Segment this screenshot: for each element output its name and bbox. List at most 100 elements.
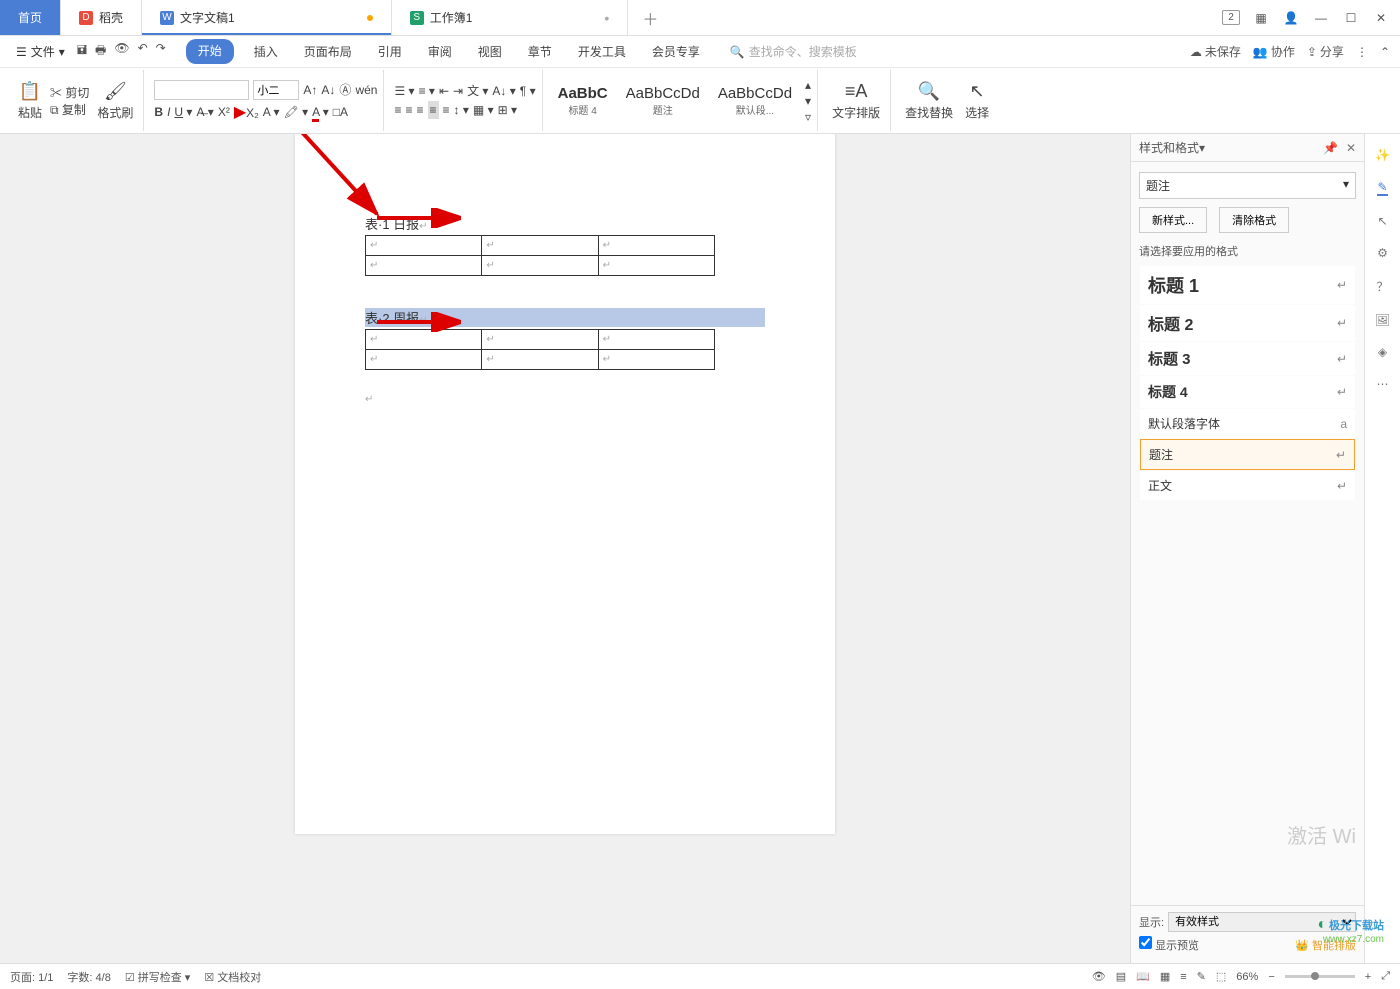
highlight-icon[interactable]: 🖍 ▾	[284, 105, 309, 119]
fit-icon[interactable]: ⬚	[1216, 970, 1226, 983]
view-outline-icon[interactable]: ≡	[1180, 971, 1186, 983]
underline-icon[interactable]: U ▾	[174, 105, 192, 119]
close-button[interactable]: ✕	[1372, 11, 1390, 25]
align-justify-icon[interactable]: ≡	[428, 101, 439, 119]
styles-down-icon[interactable]: ▾	[805, 94, 811, 108]
print-preview-icon[interactable]: 👁	[114, 41, 129, 62]
strip-assistant-icon[interactable]: ✨	[1375, 148, 1390, 162]
select-button[interactable]: ↖选择	[961, 81, 993, 121]
print-icon[interactable]: 🖶	[95, 41, 106, 62]
share-button[interactable]: ⇪ 分享	[1307, 43, 1344, 60]
collab-button[interactable]: 👥 协作	[1253, 43, 1295, 60]
clear-format-icon[interactable]: Ⓐ	[339, 81, 351, 98]
paste-button[interactable]: 📋粘贴	[14, 81, 46, 121]
numbering-icon[interactable]: ≡ ▾	[419, 84, 435, 98]
styles-more-icon[interactable]: ▿	[805, 110, 811, 124]
more-icon[interactable]: ⋮	[1356, 45, 1368, 59]
style-item[interactable]: 标题 3↵	[1140, 342, 1355, 375]
style-caption[interactable]: AaBbCcDd题注	[621, 82, 705, 120]
undo-icon[interactable]: ↶	[138, 41, 148, 62]
style-item[interactable]: 标题 4↵	[1140, 376, 1355, 408]
tab-close-icon[interactable]: •	[604, 10, 609, 26]
styles-up-icon[interactable]: ▴	[805, 78, 811, 92]
tab-insert[interactable]: 插入	[248, 39, 284, 64]
minimize-button[interactable]: —	[1312, 11, 1330, 25]
collapse-ribbon-icon[interactable]: ⌃	[1380, 45, 1390, 59]
tab-member[interactable]: 会员专享	[646, 39, 706, 64]
status-page[interactable]: 页面: 1/1	[10, 969, 53, 985]
align-center-icon[interactable]: ≡	[405, 103, 412, 117]
strip-help-icon[interactable]: ？	[1376, 278, 1388, 295]
pin-icon[interactable]: 📌	[1323, 141, 1338, 155]
tab-chapter[interactable]: 章节	[522, 39, 558, 64]
status-doccheck[interactable]: ☒ 文档校对	[204, 969, 261, 985]
line-spacing-icon[interactable]: ↕ ▾	[454, 103, 469, 117]
tab-sheet[interactable]: S 工作簿1 •	[392, 0, 629, 35]
italic-icon[interactable]: I	[167, 105, 170, 119]
align-distribute-icon[interactable]: ≡	[443, 103, 450, 117]
redo-icon[interactable]: ↷	[156, 41, 166, 62]
strip-settings-icon[interactable]: ⚙	[1377, 246, 1388, 260]
tab-devtools[interactable]: 开发工具	[572, 39, 632, 64]
preview-checkbox[interactable]: 显示预览	[1139, 936, 1199, 953]
view-print-icon[interactable]: ▤	[1116, 970, 1126, 983]
pen-icon[interactable]: ✎	[1197, 970, 1206, 983]
tab-ref[interactable]: 引用	[372, 39, 408, 64]
status-spell[interactable]: ☑ 拼写检查 ▾	[125, 969, 191, 985]
maximize-button[interactable]: ☐	[1342, 11, 1360, 25]
view-web-icon[interactable]: ▦	[1160, 970, 1170, 983]
strip-select-icon[interactable]: ↖	[1377, 214, 1387, 228]
decrease-indent-icon[interactable]: ⇤	[439, 84, 449, 98]
text-layout-button[interactable]: ≡A文字排版	[828, 81, 884, 121]
save-icon[interactable]: 🖬	[77, 41, 87, 62]
new-style-button[interactable]: 新样式...	[1139, 207, 1207, 233]
strip-layers-icon[interactable]: ◈	[1378, 345, 1387, 359]
tab-pagelayout[interactable]: 页面布局	[298, 39, 358, 64]
tab-start[interactable]: 开始	[186, 39, 234, 64]
document-area[interactable]: 表·1 日报↵ ↵↵↵↵↵↵ 表·2 周报↵ ↵↵↵↵↵↵ ↵	[0, 134, 1130, 963]
align-left-icon[interactable]: ≡	[394, 103, 401, 117]
strip-style-icon[interactable]: ✎	[1377, 180, 1387, 196]
phonetic-icon[interactable]: wén	[355, 83, 377, 97]
status-words[interactable]: 字数: 4/8	[67, 969, 110, 985]
style-item[interactable]: 正文↵	[1140, 471, 1355, 500]
strip-image-icon[interactable]: 🖼	[1375, 313, 1390, 327]
style-item[interactable]: 标题 2↵	[1140, 305, 1355, 341]
clear-format-button[interactable]: 清除格式	[1219, 207, 1289, 233]
tab-doke[interactable]: D 稻壳	[61, 0, 142, 35]
search-input[interactable]: 🔍 查找命令、搜索模板	[730, 43, 857, 60]
sort-icon[interactable]: A↓ ▾	[492, 84, 515, 98]
text-direction-icon[interactable]: 文 ▾	[467, 82, 488, 99]
caption-2[interactable]: 表·2 周报↵	[365, 308, 765, 327]
fullscreen-icon[interactable]: ⤢	[1381, 970, 1390, 983]
style-item[interactable]: 题注↵	[1140, 439, 1355, 470]
shading-icon[interactable]: ▦ ▾	[473, 103, 494, 117]
close-panel-icon[interactable]: ✕	[1346, 141, 1356, 155]
zoom-out-icon[interactable]: −	[1268, 971, 1274, 983]
text-effect-icon[interactable]: A ▾	[263, 105, 280, 119]
strip-more-icon[interactable]: ⋯	[1377, 377, 1389, 391]
file-menu[interactable]: ☰ 文件 ▾	[10, 41, 71, 62]
eye-icon[interactable]: 👁	[1092, 970, 1106, 983]
table-1[interactable]: ↵↵↵↵↵↵	[365, 235, 715, 276]
zoom-in-icon[interactable]: +	[1365, 971, 1371, 983]
style-heading4[interactable]: AaBbC标题 4	[553, 82, 613, 120]
notify-badge[interactable]: 2	[1222, 10, 1240, 25]
view-read-icon[interactable]: 📖	[1136, 970, 1150, 983]
table-2[interactable]: ↵↵↵↵↵↵	[365, 329, 715, 370]
font-color-icon[interactable]: A ▾	[312, 105, 329, 119]
style-item[interactable]: 默认段落字体a	[1140, 409, 1355, 438]
increase-indent-icon[interactable]: ⇥	[453, 84, 463, 98]
avatar[interactable]: 👤	[1282, 11, 1300, 25]
tab-review[interactable]: 审阅	[422, 39, 458, 64]
bullets-icon[interactable]: ☰ ▾	[394, 84, 414, 98]
copy-button[interactable]: ⧉ 复制	[50, 101, 86, 118]
zoom-value[interactable]: 66%	[1236, 971, 1258, 983]
font-name-input[interactable]	[154, 80, 249, 100]
show-marks-icon[interactable]: ¶ ▾	[520, 84, 536, 98]
char-border-icon[interactable]: □A	[333, 105, 348, 119]
unsaved-label[interactable]: ☁ 未保存	[1190, 43, 1241, 60]
add-tab-button[interactable]: ＋	[628, 0, 672, 35]
tab-view[interactable]: 视图	[472, 39, 508, 64]
style-default[interactable]: AaBbCcDd默认段...	[713, 82, 797, 120]
